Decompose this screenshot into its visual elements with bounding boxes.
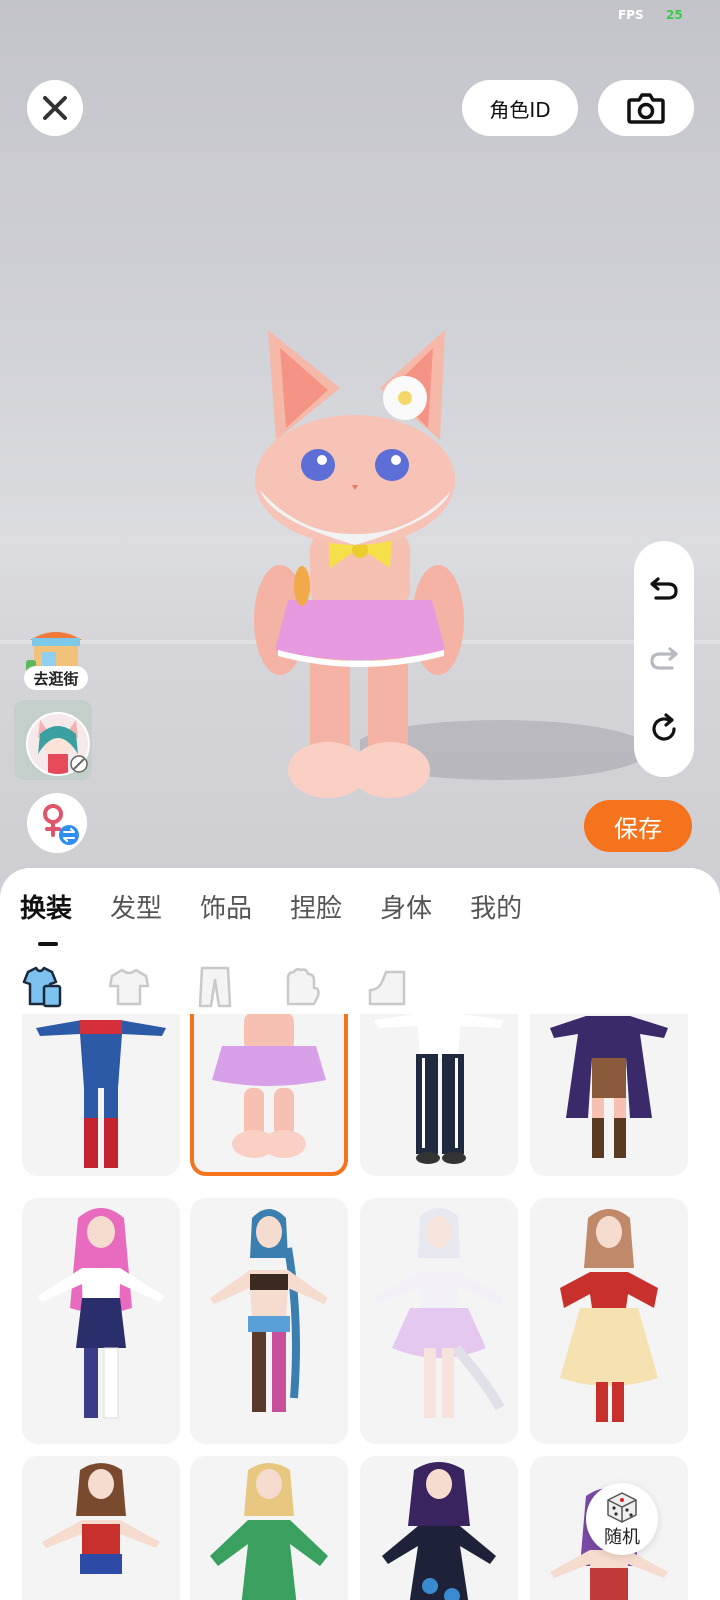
- outfit-preview-red-lolita: [560, 1209, 658, 1422]
- category-tabs: 换装 发型 饰品 捏脸 身体 我的: [20, 888, 560, 925]
- outfit-card[interactable]: [22, 1456, 180, 1600]
- tab-outfit[interactable]: 换装: [20, 888, 72, 925]
- outfit-card[interactable]: [22, 1198, 180, 1444]
- tab-hairstyle[interactable]: 发型: [110, 888, 162, 925]
- random-button[interactable]: 随机: [586, 1483, 658, 1555]
- fps-value: 25: [666, 8, 683, 22]
- female-gender-icon: [43, 804, 79, 845]
- tab-mine[interactable]: 我的: [470, 888, 522, 925]
- shoes-icon[interactable]: [364, 964, 410, 1010]
- gloves-icon[interactable]: [278, 964, 324, 1010]
- role-id-button[interactable]: 角色ID: [462, 80, 578, 136]
- tab-face[interactable]: 捏脸: [290, 888, 342, 925]
- pants-icon[interactable]: [192, 964, 238, 1010]
- outfit-set-icon[interactable]: [20, 964, 66, 1010]
- outfit-preview-superhero: [36, 1020, 166, 1168]
- outfit-card[interactable]: [360, 1198, 518, 1444]
- active-tab-indicator: [38, 942, 58, 946]
- cat-avatar-3d[interactable]: [240, 320, 480, 810]
- fps-label: FPS: [618, 8, 644, 22]
- dice-icon: [607, 1492, 637, 1523]
- outfit-card[interactable]: [530, 1198, 688, 1444]
- outfit-preview-green-robe: [210, 1463, 328, 1600]
- gender-switch-button[interactable]: [27, 793, 87, 853]
- outfit-preview-blue-braid: [210, 1209, 328, 1412]
- go-shopping-label[interactable]: 去逛街: [24, 666, 88, 690]
- outfit-preview-pink-skirt: [212, 1014, 326, 1158]
- outfit-preview-white-fairy: [374, 1208, 505, 1418]
- random-label: 随机: [604, 1527, 640, 1548]
- outfit-preview-purple-coat: [550, 1016, 668, 1158]
- save-button[interactable]: 保存: [584, 800, 692, 852]
- outfit-preview-dark-gothic: [382, 1462, 496, 1600]
- reset-icon[interactable]: [648, 713, 680, 745]
- outfit-card[interactable]: [360, 1014, 518, 1176]
- close-icon: [43, 96, 67, 120]
- outfit-card[interactable]: [530, 1014, 688, 1176]
- camera-icon: [627, 93, 665, 124]
- close-button[interactable]: [27, 80, 83, 136]
- undo-icon[interactable]: [648, 571, 680, 603]
- outfit-card-selected[interactable]: [190, 1014, 348, 1176]
- outfit-card[interactable]: [190, 1456, 348, 1600]
- outfit-card[interactable]: [190, 1198, 348, 1444]
- outfit-preview-wonder-outfit: [42, 1463, 160, 1574]
- outfit-preview-pink-hair-dress: [38, 1208, 164, 1419]
- outfit-card[interactable]: [360, 1456, 518, 1600]
- hidden-badge-icon: [70, 755, 88, 773]
- redo-icon[interactable]: [648, 641, 680, 673]
- tab-accessories[interactable]: 饰品: [200, 888, 252, 925]
- outfit-card[interactable]: [22, 1014, 180, 1176]
- tab-body[interactable]: 身体: [380, 888, 432, 925]
- camera-button[interactable]: [598, 80, 694, 136]
- outfit-preview-tracksuit: [374, 1014, 504, 1164]
- top-icon[interactable]: [106, 964, 152, 1010]
- edit-history-controls: [634, 541, 694, 777]
